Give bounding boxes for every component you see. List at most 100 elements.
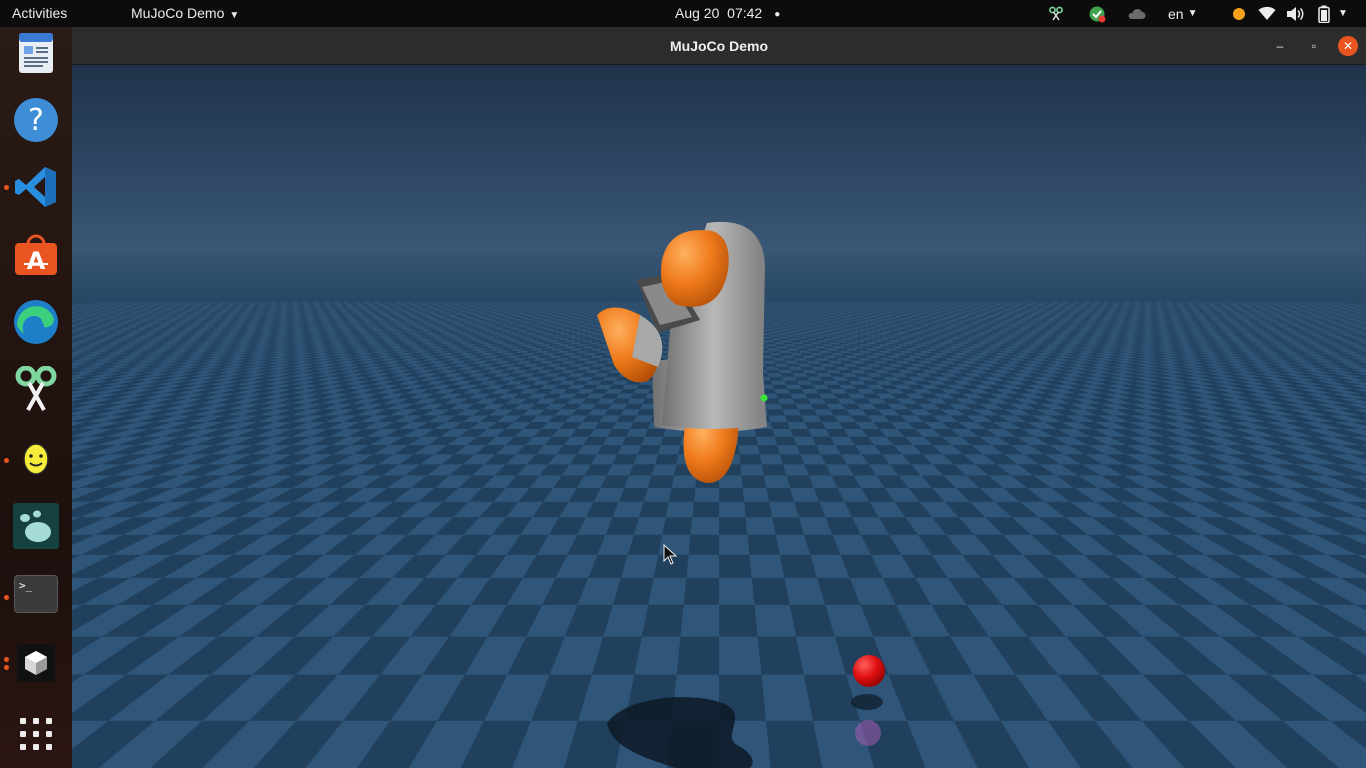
floor-tile [665, 501, 694, 518]
close-button[interactable]: ✕ [1338, 36, 1358, 56]
running-indicator [4, 595, 9, 600]
chevron-down-icon: ▼ [1338, 8, 1348, 19]
show-applications-button[interactable] [12, 710, 60, 758]
floor-tile [633, 454, 658, 465]
dock-item-paw-app[interactable] [12, 502, 60, 550]
dock-item-help[interactable]: ? [12, 96, 60, 144]
scissors-tray-icon[interactable] [1048, 4, 1064, 23]
floor-tile [742, 487, 770, 502]
floor-tile [749, 554, 785, 578]
floor-tile [634, 636, 681, 675]
floor-tile [769, 501, 799, 518]
floor-tile [768, 415, 788, 422]
help-icon: ? [14, 98, 58, 142]
activities-button[interactable]: Activities [12, 5, 67, 21]
egg-face-icon [23, 443, 49, 475]
scissors-icon [15, 366, 57, 411]
floor-tile [648, 578, 687, 605]
floor-tile [756, 436, 778, 446]
minimize-icon: – [1276, 39, 1284, 53]
floor-tile [658, 445, 681, 455]
clock-time: 07:42 [727, 5, 763, 21]
grid-icon [20, 718, 52, 750]
floor-tile [774, 389, 791, 394]
minimize-button[interactable]: – [1270, 36, 1290, 56]
floor-tile [693, 487, 719, 502]
clock[interactable]: Aug 20 07:42 ● [675, 5, 780, 21]
app-menu[interactable]: MuJoCo Demo ▼ [131, 5, 239, 21]
dock-item-text-editor[interactable] [12, 29, 60, 77]
floor-tile [783, 464, 809, 476]
floor-tile [738, 445, 760, 455]
terminal-prompt: >_ [19, 579, 33, 592]
app-menu-label: MuJoCo Demo [131, 5, 225, 21]
floor-tile [686, 554, 719, 578]
floor-tile [719, 578, 755, 605]
floor-tile [719, 636, 762, 675]
running-indicator [4, 665, 9, 670]
3d-scene [72, 65, 1366, 768]
window-titlebar[interactable]: MuJoCo Demo – ▫ ✕ [72, 27, 1366, 65]
dock-item-terminal[interactable]: >_ [12, 570, 60, 618]
floor-tile [740, 464, 764, 476]
maximize-icon: ▫ [1311, 39, 1317, 53]
floor-tile [633, 517, 666, 535]
cube-icon [17, 644, 55, 682]
floor-tile [745, 517, 776, 535]
running-indicator [4, 185, 9, 190]
floor-tile [641, 436, 664, 446]
dock-item-software-center[interactable]: A [12, 230, 60, 278]
update-tray-icon[interactable] [1088, 4, 1106, 23]
floor-tile [671, 475, 697, 488]
floor-tile [658, 534, 691, 555]
floor-tile [690, 517, 719, 535]
language-selector[interactable]: en ▼ [1168, 4, 1197, 23]
clock-date: Aug 20 [675, 5, 720, 21]
system-menu-button[interactable]: ▼ [1338, 4, 1348, 23]
floor-tile [633, 389, 650, 394]
dock-item-3d-app[interactable] [12, 639, 60, 687]
floor-tile [790, 393, 808, 399]
floor-tile [754, 604, 797, 637]
chevron-down-icon: ▼ [229, 10, 240, 21]
document-icon [19, 33, 53, 73]
notification-dot-icon: ● [774, 9, 781, 20]
floor-tile [719, 475, 743, 488]
floor-tile [764, 403, 783, 410]
cloud-tray-icon[interactable] [1126, 4, 1146, 23]
maximize-button[interactable]: ▫ [1304, 36, 1324, 56]
running-indicator [4, 657, 9, 662]
floor-tile [627, 398, 646, 404]
floor-tile [680, 604, 719, 637]
vscode-icon [15, 167, 56, 207]
mujoco-window: MuJoCo Demo – ▫ ✕ [72, 27, 1366, 768]
floor-tile [719, 501, 746, 518]
floor-tile [763, 475, 791, 488]
paw-icon [13, 503, 59, 549]
dock: ? A >_ [0, 27, 72, 768]
top-bar: Activities MuJoCo Demo ▼ Aug 20 07:42 ● en… [0, 0, 1366, 27]
dock-item-screenshot-tool[interactable] [12, 365, 60, 413]
floor-tile [778, 398, 796, 404]
wifi-icon[interactable] [1258, 4, 1276, 23]
status-orange-dot-icon[interactable] [1232, 4, 1246, 23]
edge-icon [14, 300, 58, 344]
floor-tile [772, 429, 794, 437]
floor-tile [759, 454, 783, 465]
floor-tile [782, 409, 802, 416]
battery-icon[interactable] [1318, 4, 1330, 23]
volume-icon[interactable] [1286, 4, 1304, 23]
simulation-viewport[interactable] [72, 65, 1366, 768]
terminal-icon: >_ [14, 575, 58, 613]
floor-tile [787, 422, 808, 429]
floor-tile [633, 415, 654, 422]
shopping-bag-icon: A [15, 234, 57, 275]
dock-item-edge[interactable] [12, 298, 60, 346]
running-indicator [4, 458, 9, 463]
chevron-down-icon: ▼ [1187, 8, 1198, 19]
dock-item-vscode[interactable] [12, 163, 60, 211]
window-title: MuJoCo Demo [670, 38, 768, 54]
floor-tile [643, 487, 672, 502]
dock-item-egg-app[interactable] [12, 434, 60, 482]
floor-tile [719, 534, 750, 555]
